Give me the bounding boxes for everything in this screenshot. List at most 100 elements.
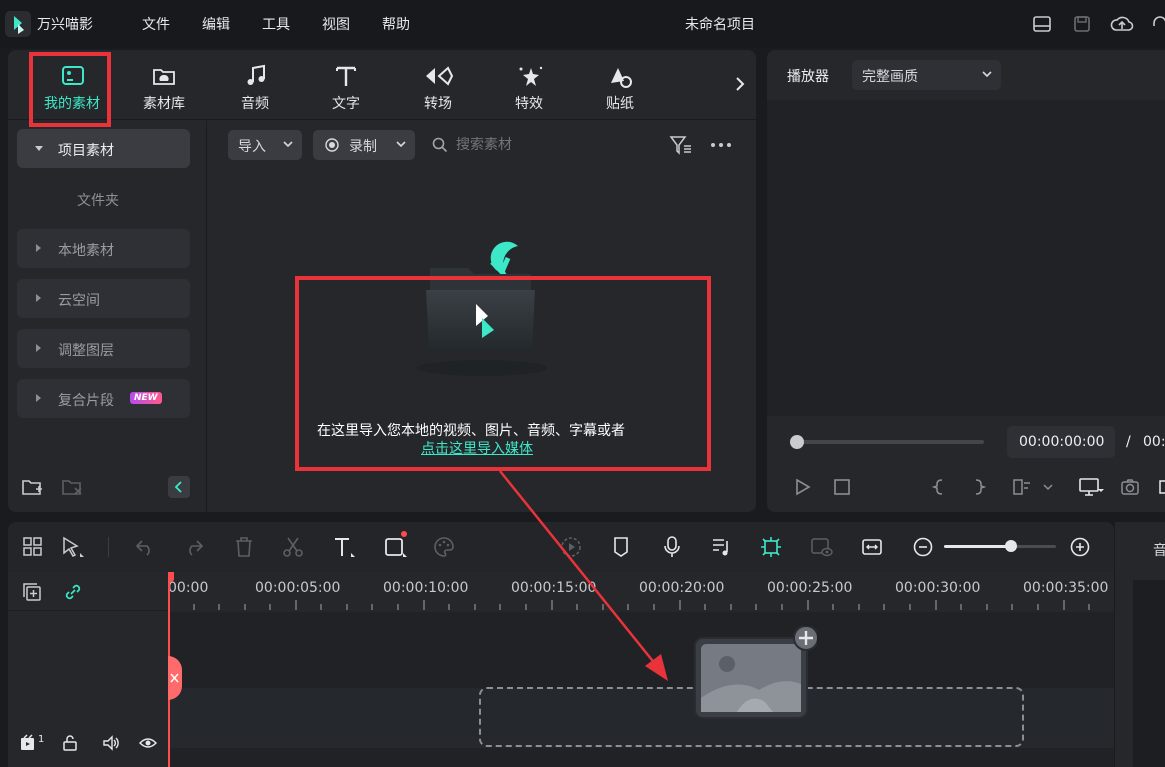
timeline-right-panel: 音 [1115,522,1165,767]
video-track-icon [19,734,37,752]
zoom-slider-handle[interactable] [1005,540,1017,552]
tab-stock-library[interactable]: 素材库 [129,60,199,116]
expand-arrow-icon [36,294,41,302]
sticker-icon [607,65,635,89]
audio-meter [1133,580,1165,767]
color-palette-icon[interactable] [432,535,456,559]
playhead-scissors-handle[interactable] [168,656,182,700]
tab-label: 转场 [424,96,452,112]
chevron-left-icon [174,481,182,493]
track-number: 1 [38,734,45,745]
import-dropdown[interactable]: 导入 [228,130,302,160]
preview-render-icon[interactable] [809,535,833,559]
tab-audio[interactable]: 音频 [220,60,290,116]
scissors-icon [170,673,179,683]
tab-sticker[interactable]: 贴纸 [585,60,655,116]
ruler-label: 00:00:10:00 [383,580,469,596]
tab-label: 贴纸 [606,96,634,112]
tab-text[interactable]: 文字 [311,60,381,116]
sidebar-folder[interactable]: 文件夹 [77,190,119,210]
track-visibility-eye-icon[interactable] [139,734,157,752]
more-options-icon[interactable] [710,141,732,149]
tab-label: 特效 [515,96,543,112]
undo-icon[interactable] [133,535,157,559]
redo-icon[interactable] [182,535,206,559]
record-dropdown[interactable]: 录制 [313,130,415,160]
save-icon[interactable] [1072,14,1092,34]
preview-area [767,100,1165,416]
delete-folder-icon[interactable] [61,477,83,497]
ruler-label: 00:00 [168,580,209,596]
menu-edit[interactable]: 编辑 [202,14,230,34]
layout-grid-icon[interactable] [21,535,45,559]
snapshot-camera-icon[interactable] [1120,477,1140,497]
fullscreen-icon[interactable] [1158,479,1165,495]
sidebar-item-label: 调整图层 [58,343,114,359]
playhead-handle[interactable] [168,572,174,582]
tab-label: 文字 [332,96,360,112]
cloud-upload-icon[interactable] [1110,13,1134,35]
ruler-label: 00:00:35:00 [1023,580,1109,596]
quality-dropdown[interactable]: 完整画质 [852,60,1001,90]
delete-icon[interactable] [232,535,256,559]
sidebar-item-local-media[interactable]: 本地素材 [17,229,190,268]
menu-help[interactable]: 帮助 [382,14,410,34]
mark-out-icon[interactable] [972,478,986,496]
timecode-field[interactable]: 00:00:00:00 [1007,426,1115,458]
transition-icon [424,65,454,87]
ai-cutout-icon[interactable] [759,535,783,559]
mark-in-icon[interactable] [932,478,946,496]
track-volume-icon[interactable] [102,734,120,752]
zoom-slider[interactable] [944,540,1056,552]
display-settings-icon[interactable] [1078,477,1104,497]
sidebar-item-cloud[interactable]: 云空间 [17,279,190,318]
insert-clip-icon[interactable] [1012,478,1056,496]
sidebar-item-project-media[interactable]: 项目素材 [17,129,190,168]
track-lock-icon[interactable] [62,734,78,752]
tab-effects[interactable]: 特效 [494,60,564,116]
import-media-link[interactable]: 点击这里导入媒体 [421,438,533,458]
sidebar-item-compound-clip[interactable]: 复合片段 NEW [17,379,190,418]
filter-icon[interactable] [669,134,693,156]
collapse-sidebar-button[interactable] [168,476,190,498]
music-note-icon [245,64,267,88]
add-track-icon[interactable] [21,581,43,603]
layout-icon[interactable] [1032,14,1052,34]
search-input[interactable] [456,133,646,157]
zoom-slider-fill [944,545,1011,548]
tabs-next-arrow-icon[interactable] [734,76,746,92]
headset-icon[interactable] [1152,14,1165,34]
playback-scrubber[interactable] [790,435,984,449]
tab-my-media[interactable]: 我的素材 [37,60,107,116]
sidebar-item-adjustment-layer[interactable]: 调整图层 [17,329,190,368]
menu-tools[interactable]: 工具 [262,14,290,34]
tab-transition[interactable]: 转场 [403,60,473,116]
search-icon [432,137,448,153]
record-label: 录制 [349,139,377,155]
tab-label: 素材库 [143,96,185,112]
quality-label: 完整画质 [862,69,918,85]
record-icon [325,138,339,152]
player-label: 播放器 [787,69,829,85]
select-pointer-icon[interactable] [60,535,84,559]
add-text-icon[interactable] [332,535,356,559]
split-scissors-icon[interactable] [281,535,305,559]
audio-meter-label: 音 [1153,543,1165,559]
sidebar-item-label: 复合片段 [58,393,114,409]
tab-label: 音频 [241,96,269,112]
play-icon[interactable] [794,478,812,496]
stop-icon[interactable] [833,478,851,496]
menu-view[interactable]: 视图 [322,14,350,34]
audio-list-icon[interactable] [710,535,734,559]
scrubber-handle[interactable] [790,435,804,449]
menu-file[interactable]: 文件 [142,14,170,34]
collapse-arrow-icon [35,146,43,151]
fit-timeline-icon[interactable] [860,535,884,559]
zoom-in-icon[interactable] [1068,535,1092,559]
sidebar-item-label: 云空间 [58,293,100,309]
new-folder-icon[interactable] [21,477,43,497]
crop-icon[interactable] [383,531,407,559]
link-icon[interactable] [62,581,84,603]
zoom-out-icon[interactable] [911,535,935,559]
timecode-value: 00:00:00:00 [1019,434,1105,450]
